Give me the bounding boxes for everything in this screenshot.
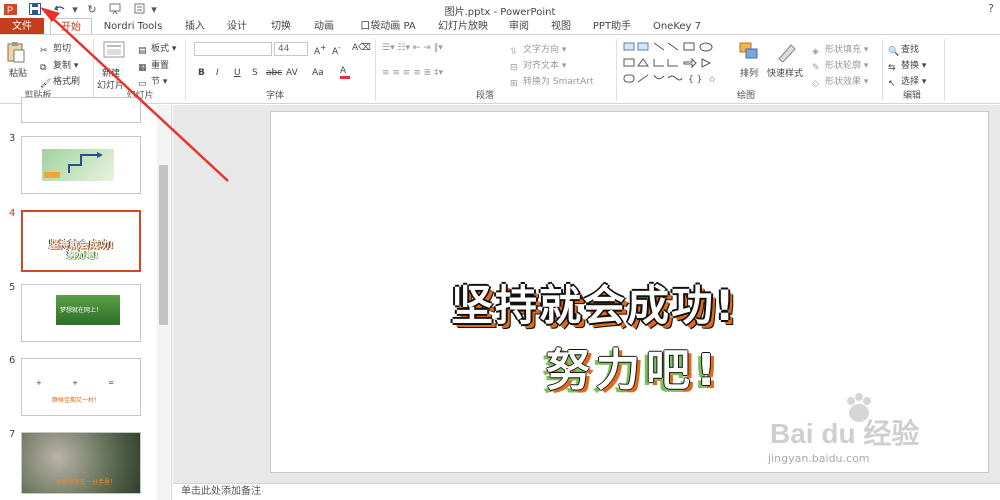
annotation-arrow	[40, 7, 229, 182]
